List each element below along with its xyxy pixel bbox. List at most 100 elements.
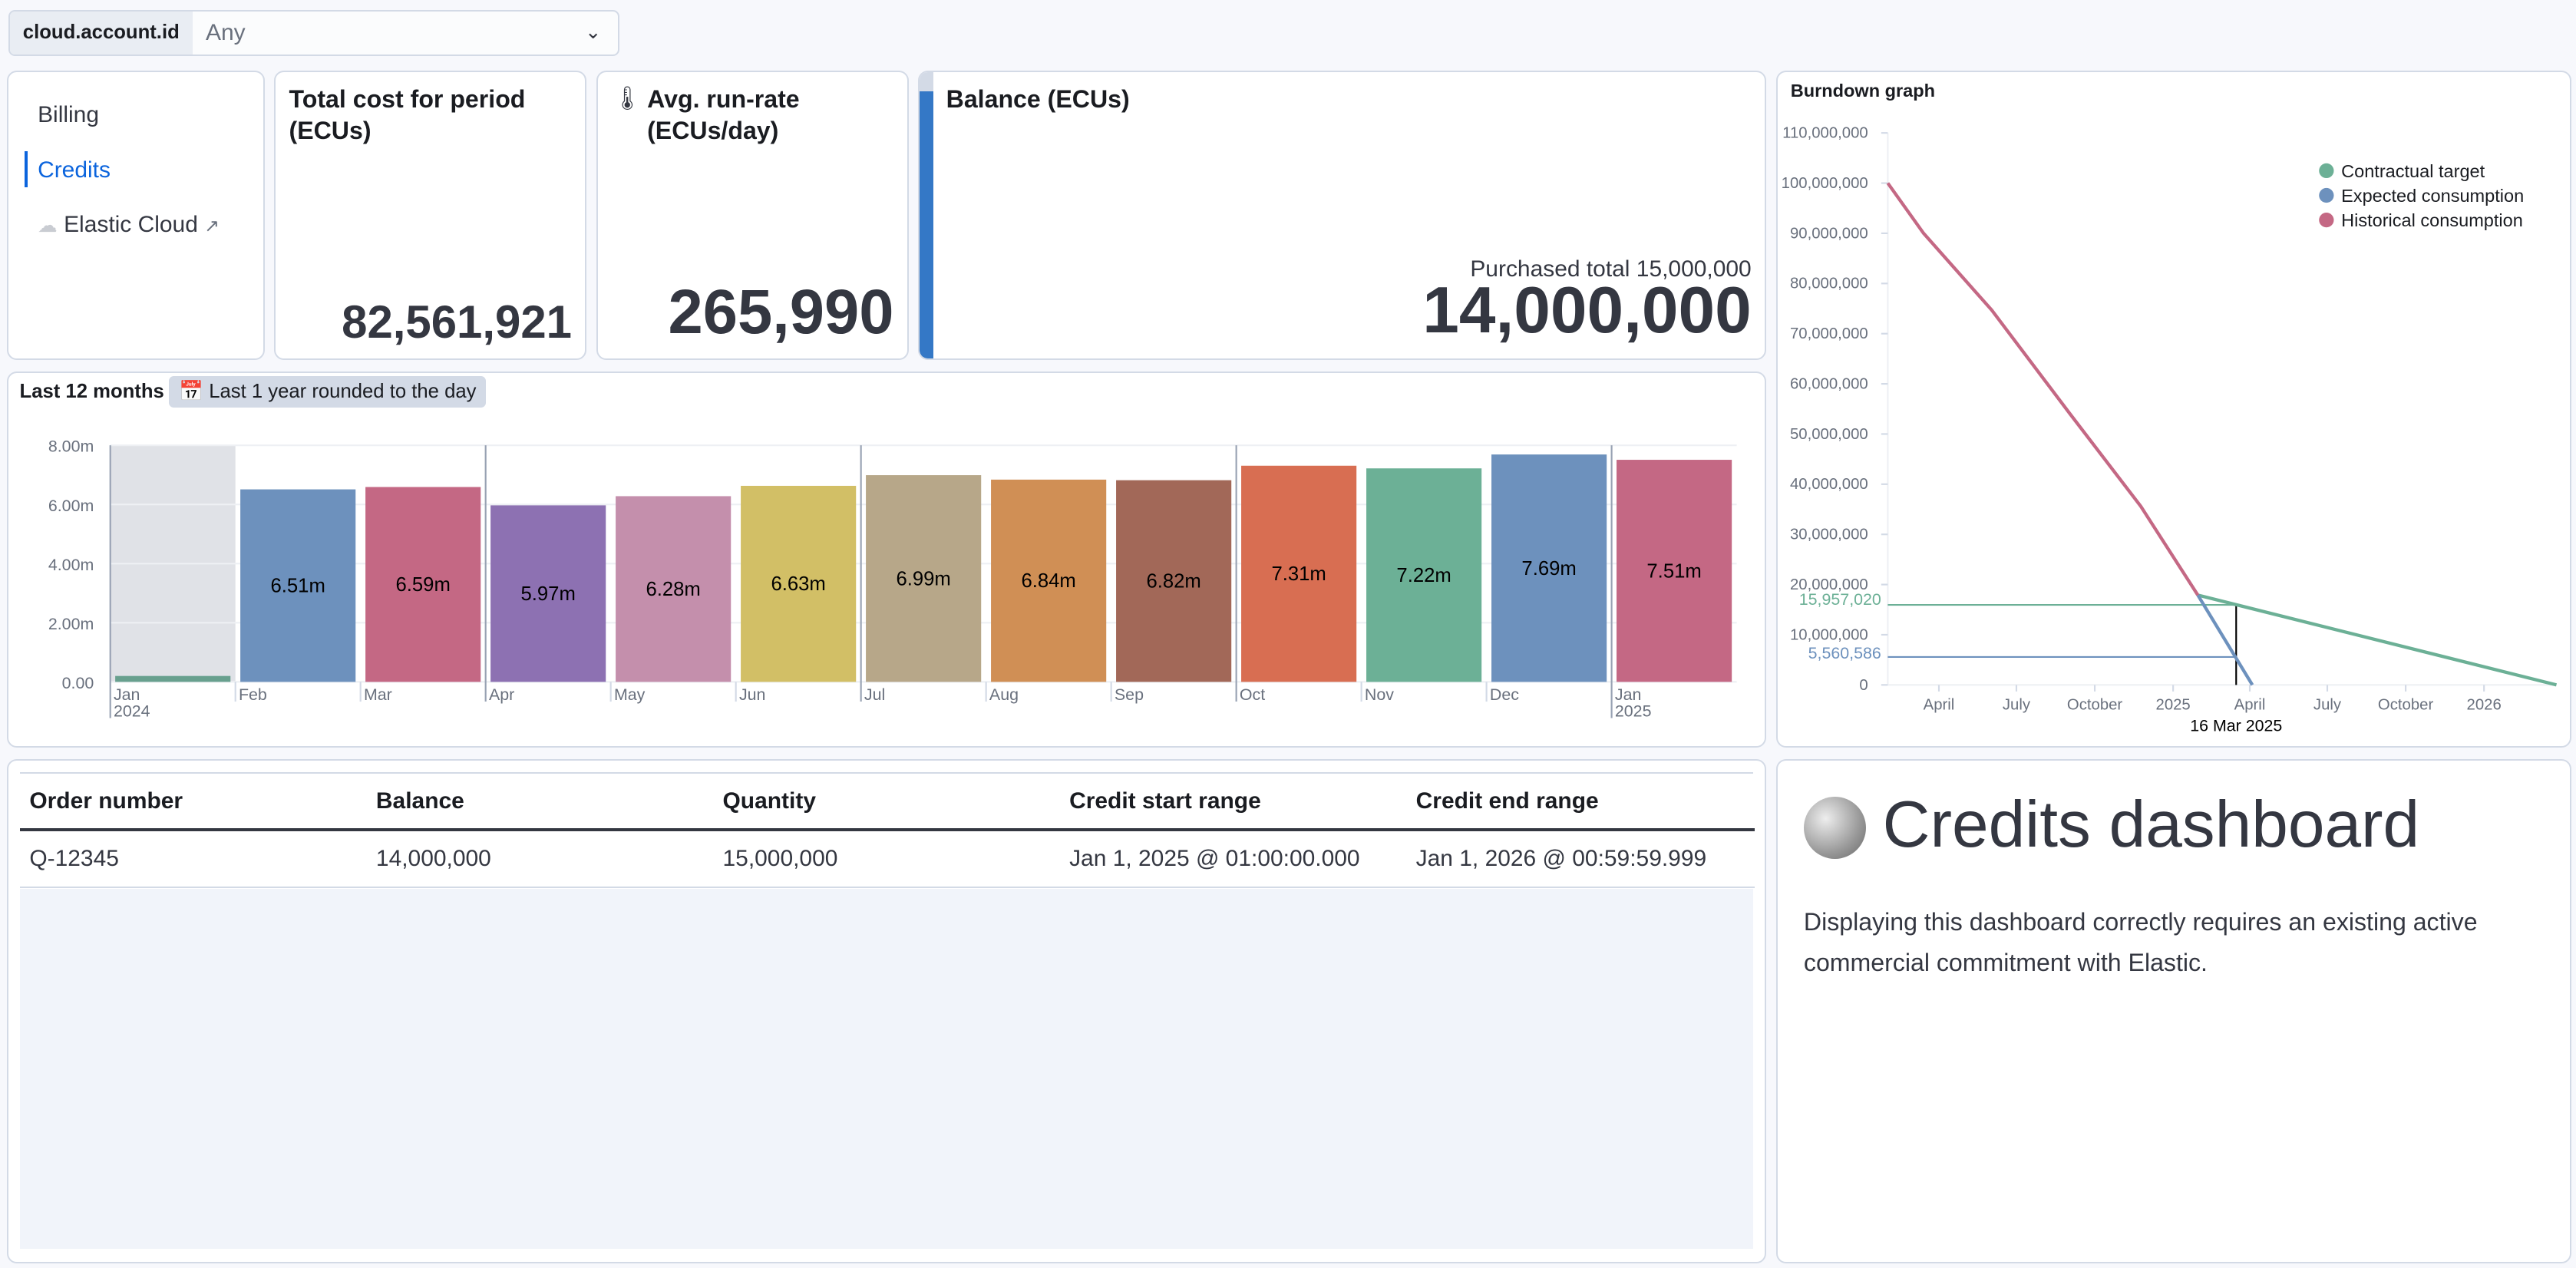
- column-header[interactable]: Credit start range: [1059, 775, 1406, 831]
- coin-icon: [1803, 796, 1867, 860]
- y-tick-label: 6.00m: [48, 496, 93, 514]
- dashboard: cloud.account.id Any ⌄ Billing Credits ☁…: [0, 0, 2576, 1268]
- monthly-cost-chart: 0.002.00m4.00m6.00m8.00mJan2024Feb Mar Apr…: [48, 437, 1737, 720]
- avg-run-rate-panel: 🌡 Avg. run-rate (ECUs/day) 265,990: [596, 71, 909, 360]
- burndown-panel: Burndown graph 0 10,000,000 20,000,000 30,0…: [1775, 71, 2571, 748]
- x-tick-label: April: [2234, 696, 2265, 713]
- x-tick-label: Sep: [1114, 685, 1143, 704]
- nav-panel: Billing Credits ☁ Elastic Cloud ↗: [6, 71, 265, 360]
- x-tick-label: July: [2003, 696, 2031, 713]
- x-tick-label: July: [2313, 696, 2342, 713]
- y-tick-label: 0.00: [61, 674, 94, 692]
- bar-data-label: 7.69m: [1521, 558, 1576, 580]
- column-header[interactable]: Balance: [366, 775, 713, 831]
- info-text: Displaying this dashboard correctly requ…: [1803, 907, 2478, 977]
- y-tick-label: 30,000,000: [1790, 527, 1868, 543]
- y-tick-label: 60,000,000: [1790, 376, 1868, 393]
- bar-data-label: 6.84m: [1021, 570, 1075, 592]
- series-line: [2196, 594, 2254, 686]
- x-tick-label: 2025: [1614, 702, 1651, 720]
- table-top-border: [19, 771, 1753, 774]
- balance-progress-fill: [920, 91, 933, 358]
- nav-credits[interactable]: Credits: [38, 157, 111, 183]
- bar-data-label: 6.59m: [395, 574, 450, 596]
- cell-balance: 14,000,000: [366, 829, 713, 889]
- x-tick-label: Dec: [1489, 685, 1518, 704]
- x-tick-label: Nov: [1364, 685, 1393, 704]
- column-header[interactable]: Order number: [19, 775, 367, 831]
- thermometer-icon: 🌡: [613, 86, 642, 112]
- legend-swatch: [2318, 213, 2334, 228]
- crosshair-value-label: 15,957,020: [1798, 590, 1881, 609]
- x-tick-label: Jul: [864, 685, 884, 704]
- y-tick-label: 40,000,000: [1790, 476, 1868, 493]
- bar-data-label: 6.63m: [771, 573, 825, 595]
- x-tick-label: October: [2067, 696, 2123, 713]
- series-line: [1886, 182, 2199, 596]
- table-header-row: Order number Balance Quantity Credit sta…: [19, 775, 1755, 831]
- column-header[interactable]: Quantity: [712, 775, 1060, 831]
- total-cost-panel: Total cost for period (ECUs) 82,561,921: [274, 71, 587, 360]
- y-tick-label: 8.00m: [48, 437, 93, 455]
- legend-label: Contractual target: [2341, 161, 2485, 181]
- orders-panel: Order number Balance Quantity Credit sta…: [6, 758, 1766, 1263]
- bar-data-label: 7.51m: [1646, 560, 1701, 582]
- x-tick-label: 2026: [2466, 696, 2501, 713]
- balance-value: 14,000,000: [1422, 272, 1752, 347]
- x-tick-label: April: [1923, 696, 1954, 713]
- y-tick-label: 80,000,000: [1790, 276, 1868, 292]
- y-tick-label: 2.00m: [48, 615, 93, 633]
- y-tick-label: 90,000,000: [1790, 225, 1868, 242]
- legend-swatch: [2318, 163, 2334, 179]
- y-tick-label: 100,000,000: [1781, 175, 1868, 192]
- balance-progress-track: [920, 72, 933, 358]
- orders-table: Order number Balance Quantity Credit sta…: [19, 775, 1755, 889]
- info-panel: Credits dashboard Displaying this dashbo…: [1775, 758, 2571, 1263]
- burndown-chart: 010,000,00020,000,00030,000,00040,000,00…: [1781, 125, 2557, 735]
- avg-run-rate-value: 265,990: [668, 276, 894, 347]
- y-tick-label: 70,000,000: [1790, 325, 1868, 342]
- table-row: Q-12345 14,000,000 15,000,000 Jan 1, 202…: [19, 829, 1755, 889]
- legend-label: Expected consumption: [2341, 186, 2524, 206]
- table-empty-area: [19, 888, 1753, 1249]
- account-filter[interactable]: cloud.account.id Any ⌄: [8, 9, 619, 56]
- nav-elastic-cloud-label: Elastic Cloud: [64, 211, 198, 237]
- cloud-icon: ☁: [38, 214, 58, 236]
- x-tick-label: 2024: [114, 702, 150, 720]
- chevron-down-icon[interactable]: ⌄: [569, 12, 618, 54]
- x-tick-label: 2025: [2155, 696, 2190, 713]
- nav-billing[interactable]: Billing: [38, 102, 99, 128]
- x-tick-label: Mar: [364, 685, 392, 704]
- info-title: Credits dashboard: [1882, 788, 2420, 862]
- x-tick-label: Apr: [489, 685, 514, 704]
- x-tick-label: October: [2378, 696, 2434, 713]
- y-tick-label: 50,000,000: [1790, 426, 1868, 443]
- monthly-cost-panel: Last 12 months 📅 Last 1 year rounded to …: [6, 371, 1766, 748]
- balance-panel: Balance (ECUs) Purchased total 15,000,00…: [918, 71, 1766, 360]
- x-tick-label: Jun: [738, 685, 765, 704]
- bar: [114, 675, 230, 682]
- bar-data-label: 6.51m: [270, 575, 325, 596]
- cell-order-number: Q-12345: [19, 829, 367, 889]
- legend-swatch: [2318, 187, 2334, 203]
- cell-credit-start: Jan 1, 2025 @ 01:00:00.000: [1059, 829, 1406, 889]
- column-header[interactable]: Credit end range: [1405, 775, 1755, 831]
- x-tick-label: Oct: [1239, 685, 1264, 704]
- nav-elastic-cloud[interactable]: ☁ Elastic Cloud ↗: [38, 212, 220, 238]
- y-tick-label: 4.00m: [48, 556, 93, 574]
- legend-label: Historical consumption: [2341, 210, 2523, 230]
- bar-data-label: 6.82m: [1146, 570, 1200, 592]
- filter-label: cloud.account.id: [9, 11, 193, 54]
- x-tick-label: May: [613, 685, 645, 704]
- crosshair-date-label: 16 Mar 2025: [2190, 716, 2282, 735]
- balance-title: Balance (ECUs): [946, 85, 1130, 113]
- bar-data-label: 7.22m: [1396, 565, 1451, 586]
- total-cost-title: Total cost for period (ECUs): [289, 85, 526, 144]
- filter-value[interactable]: Any: [193, 12, 569, 54]
- y-tick-label: 10,000,000: [1790, 626, 1868, 643]
- y-tick-label: 0: [1859, 677, 1868, 694]
- x-tick-label: Aug: [989, 685, 1018, 704]
- avg-run-rate-title: Avg. run-rate (ECUs/day): [647, 85, 800, 144]
- bar-data-label: 7.31m: [1271, 563, 1326, 585]
- crosshair-value-label: 5,560,586: [1808, 644, 1881, 662]
